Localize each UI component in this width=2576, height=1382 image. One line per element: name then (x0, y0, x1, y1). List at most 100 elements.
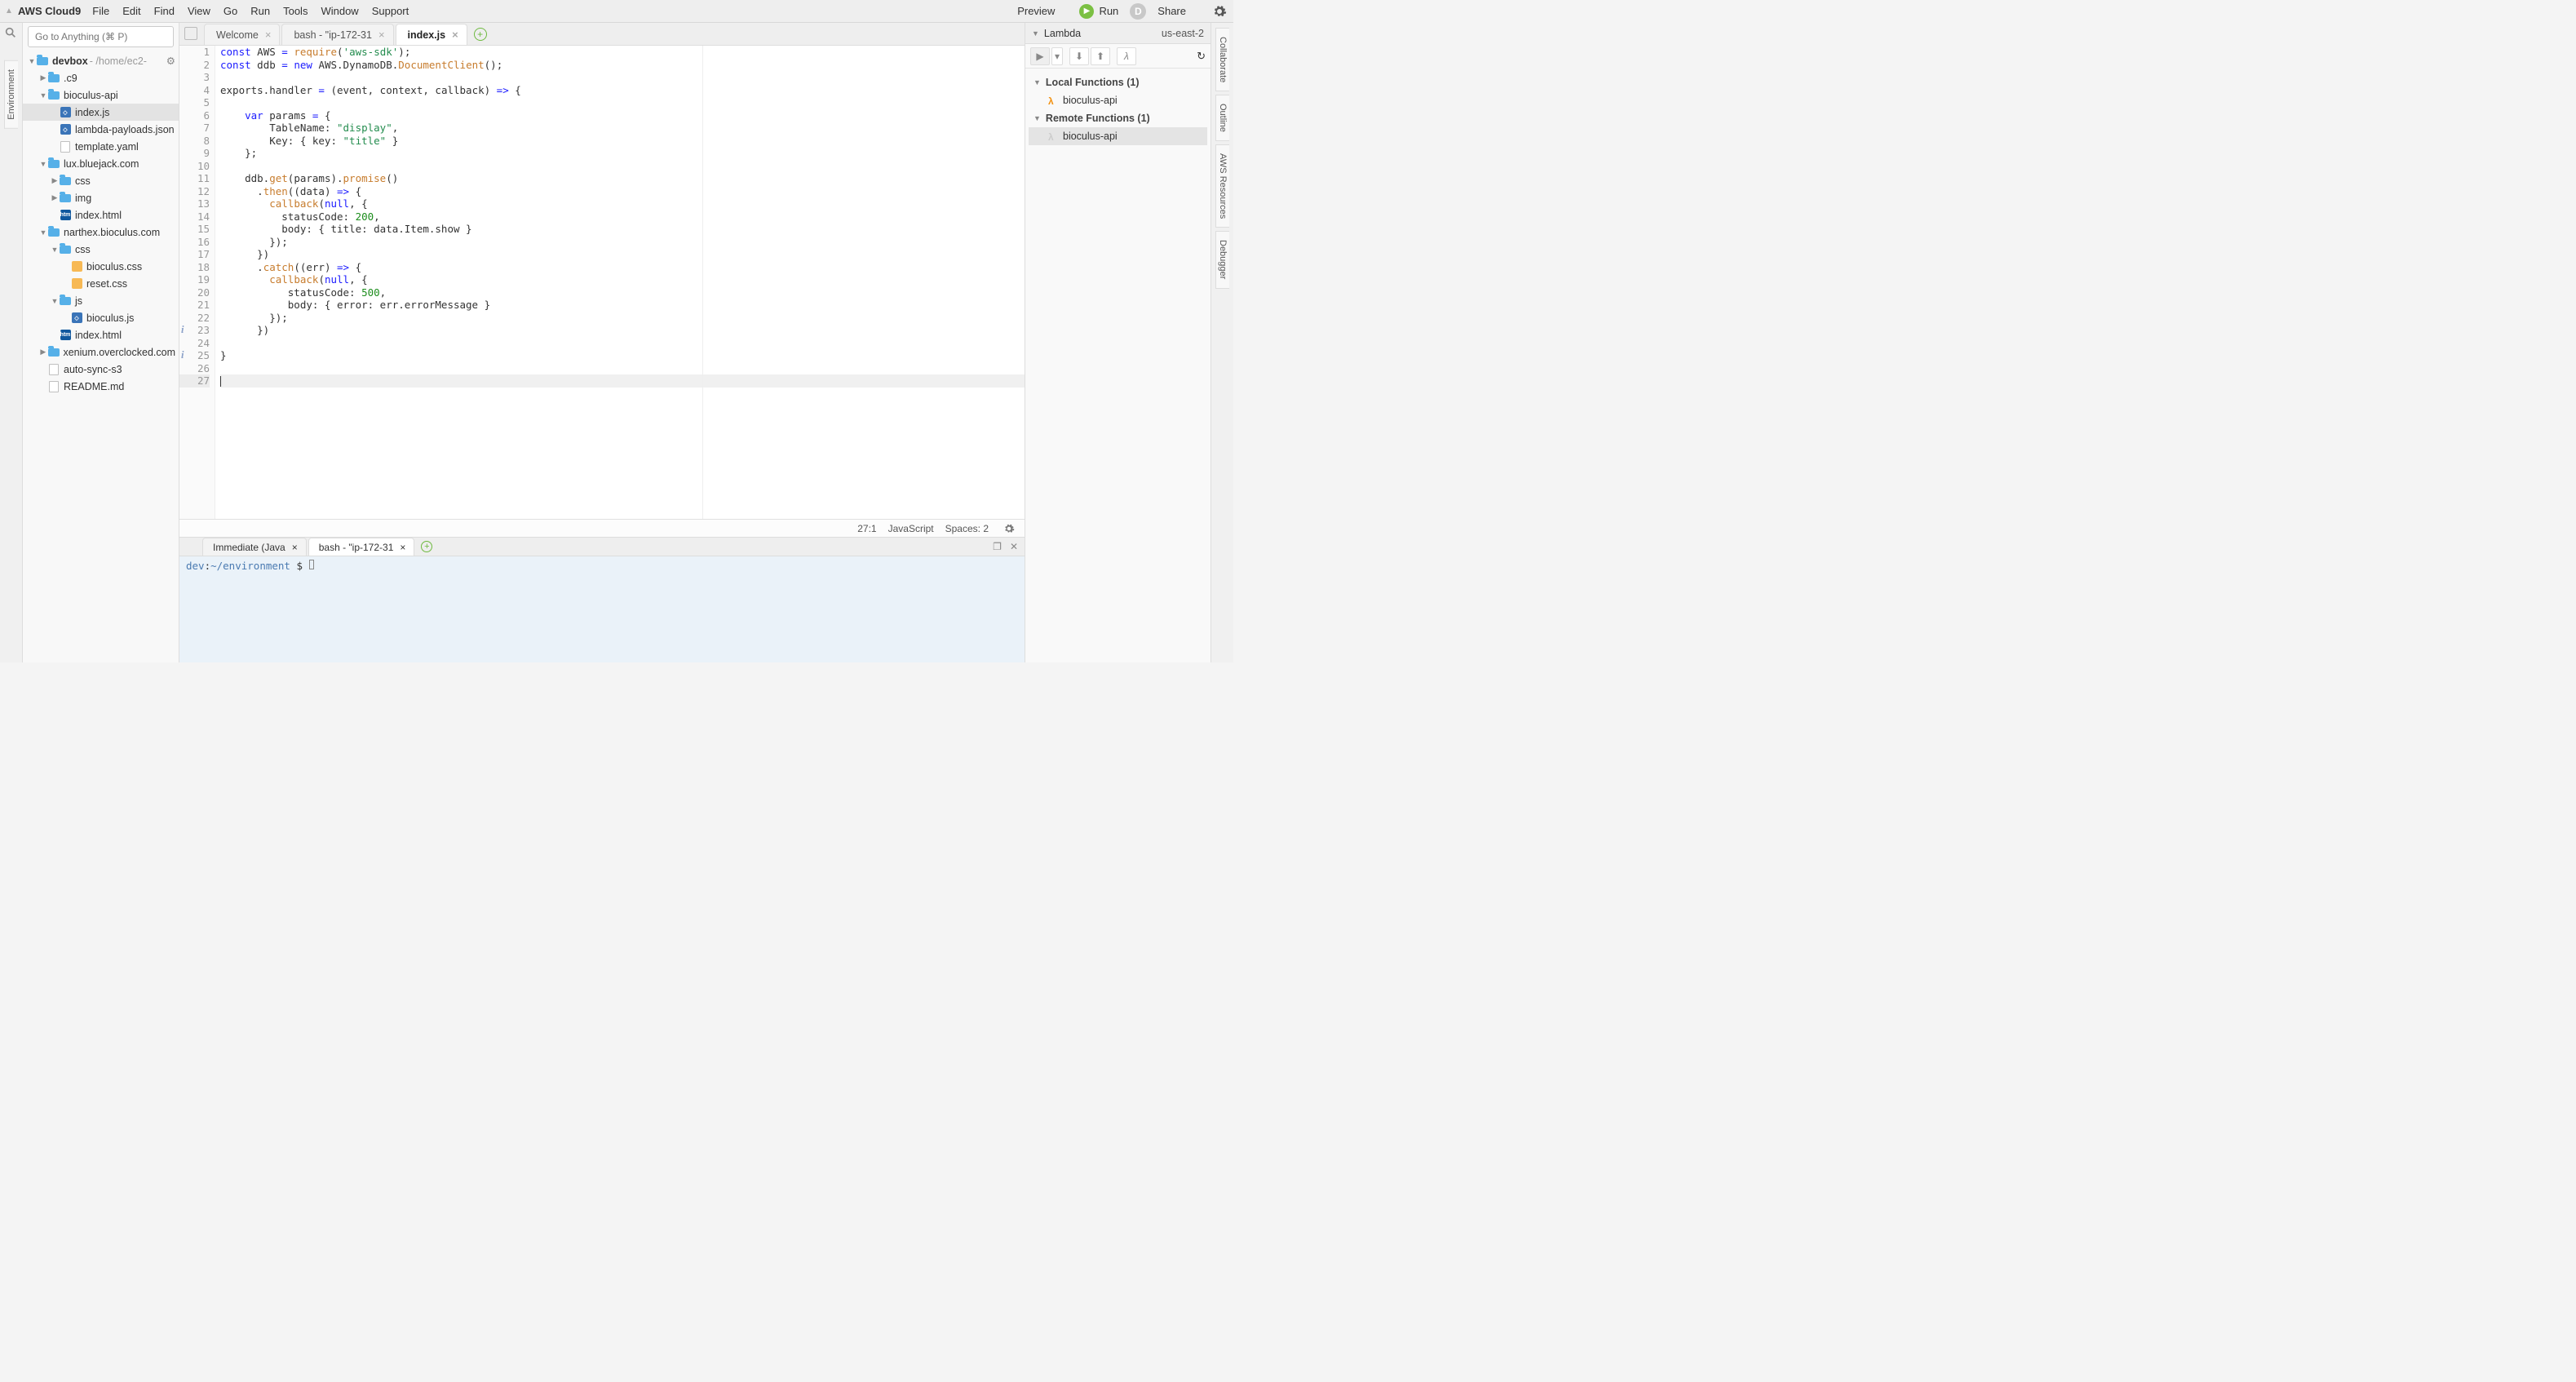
new-tab-icon[interactable]: + (474, 28, 487, 41)
terminal[interactable]: dev:~/environment $ (179, 556, 1025, 662)
goto-input[interactable] (28, 26, 174, 47)
code-line[interactable]: .then((data) => { (220, 185, 1025, 198)
code-line[interactable]: Key: { key: "title" } (220, 135, 1025, 148)
bottom-tab[interactable]: Immediate (Java× (202, 538, 307, 556)
lambda-function[interactable]: λbioculus-api (1029, 91, 1207, 109)
line-number[interactable]: 10 (179, 160, 210, 173)
menu-file[interactable]: File (92, 5, 109, 17)
close-tab-icon[interactable]: × (292, 542, 298, 553)
menu-find[interactable]: Find (154, 5, 175, 17)
preview-menu[interactable]: Preview (1017, 5, 1055, 17)
lambda-group[interactable]: ▼Local Functions (1) (1029, 73, 1207, 91)
line-number[interactable]: 12 (179, 185, 210, 198)
line-number[interactable]: 11 (179, 172, 210, 185)
file-tree[interactable]: ▼devbox - /home/ec2-⚙▶.c9▼bioculus-api◇i… (23, 51, 179, 662)
tab-list-icon[interactable] (184, 27, 197, 40)
code-line[interactable] (220, 71, 1025, 84)
line-number[interactable]: 13 (179, 197, 210, 210)
editor-tab[interactable]: bash - "ip-172-31× (281, 24, 393, 45)
maximize-icon[interactable]: ❐ (993, 541, 1002, 552)
line-number[interactable]: 7 (179, 122, 210, 135)
run-button[interactable]: ▶ Run (1079, 4, 1118, 19)
tree-item[interactable]: ▼bioculus-api (23, 86, 179, 104)
run-lambda-icon[interactable]: ▶ (1030, 47, 1050, 65)
code-line[interactable]: statusCode: 500, (220, 286, 1025, 299)
line-number[interactable]: 2 (179, 59, 210, 72)
right-rail-tab-outline[interactable]: Outline (1215, 95, 1229, 141)
caret-down-icon[interactable]: ▼ (39, 91, 47, 100)
menu-edit[interactable]: Edit (122, 5, 140, 17)
download-icon[interactable]: ⬇ (1069, 47, 1089, 65)
gear-icon[interactable] (1211, 2, 1228, 20)
line-number[interactable]: 24 (179, 337, 210, 350)
menu-run[interactable]: Run (250, 5, 270, 17)
code-line[interactable] (220, 337, 1025, 350)
line-number[interactable]: 9 (179, 147, 210, 160)
tree-item[interactable]: bioculus.css (23, 258, 179, 275)
code-line[interactable]: body: { error: err.errorMessage } (220, 299, 1025, 312)
caret-right-icon[interactable]: ▶ (39, 73, 47, 82)
caret-right-icon[interactable]: ▶ (51, 176, 59, 185)
tree-item[interactable]: ▼narthex.bioculus.com (23, 224, 179, 241)
menu-support[interactable]: Support (372, 5, 409, 17)
close-tab-icon[interactable]: × (400, 542, 405, 553)
line-number[interactable]: 1 (179, 46, 210, 59)
environment-tab[interactable]: Environment (4, 60, 18, 129)
right-rail-tab-aws-resources[interactable]: AWS Resources (1215, 144, 1229, 228)
line-number[interactable]: 22 (179, 312, 210, 325)
code-line[interactable]: }) (220, 324, 1025, 337)
code-line[interactable] (220, 160, 1025, 173)
line-number[interactable]: 14 (179, 210, 210, 224)
lambda-header[interactable]: ▼ Lambda us-east-2 (1025, 23, 1211, 44)
tree-item[interactable]: ▶xenium.overclocked.com (23, 343, 179, 361)
line-number[interactable]: 20 (179, 286, 210, 299)
code-line[interactable]: }; (220, 147, 1025, 160)
refresh-icon[interactable]: ↻ (1197, 50, 1206, 63)
tree-item[interactable]: template.yaml (23, 138, 179, 155)
tree-item[interactable]: ▼css (23, 241, 179, 258)
code-line[interactable] (220, 374, 1025, 388)
line-number[interactable]: 6 (179, 109, 210, 122)
tree-root[interactable]: ▼devbox - /home/ec2-⚙ (23, 52, 179, 69)
code-line[interactable]: callback(null, { (220, 273, 1025, 286)
editor-tab[interactable]: Welcome× (204, 24, 280, 45)
tree-item[interactable]: ◇bioculus.js (23, 309, 179, 326)
close-tab-icon[interactable]: × (265, 29, 272, 41)
tree-item[interactable]: ▼lux.bluejack.com (23, 155, 179, 172)
line-number[interactable]: 23 (179, 324, 210, 337)
bottom-tab[interactable]: bash - "ip-172-31× (308, 538, 415, 556)
code-line[interactable]: body: { title: data.Item.show } (220, 223, 1025, 236)
line-number[interactable]: 21 (179, 299, 210, 312)
code-editor[interactable]: 1234567891011121314151617181920212223242… (179, 46, 1025, 519)
tree-item[interactable]: ▼js (23, 292, 179, 309)
line-number[interactable]: 8 (179, 135, 210, 148)
caret-right-icon[interactable]: ▶ (39, 348, 47, 357)
menu-tools[interactable]: Tools (283, 5, 308, 17)
upload-icon[interactable]: ⬆ (1091, 47, 1110, 65)
code-line[interactable]: exports.handler = (event, context, callb… (220, 84, 1025, 97)
line-number[interactable]: 18 (179, 261, 210, 274)
line-number[interactable]: 3 (179, 71, 210, 84)
code-line[interactable] (220, 362, 1025, 375)
menu-view[interactable]: View (188, 5, 210, 17)
code-line[interactable]: TableName: "display", (220, 122, 1025, 135)
caret-down-icon[interactable]: ▼ (28, 57, 36, 65)
line-number[interactable]: 27 (179, 374, 210, 388)
close-panel-icon[interactable]: ✕ (1010, 541, 1018, 552)
caret-right-icon[interactable]: ▶ (51, 193, 59, 202)
caret-down-icon[interactable]: ▼ (51, 246, 59, 254)
code-line[interactable]: .catch((err) => { (220, 261, 1025, 274)
code-line[interactable]: }) (220, 248, 1025, 261)
language-mode[interactable]: JavaScript (888, 523, 934, 534)
code-line[interactable]: }); (220, 312, 1025, 325)
tree-item[interactable]: ▶img (23, 189, 179, 206)
spaces-setting[interactable]: Spaces: 2 (945, 523, 989, 534)
close-tab-icon[interactable]: × (452, 29, 458, 41)
lambda-icon[interactable]: λ (1117, 47, 1136, 65)
caret-down-icon[interactable]: ▼ (39, 228, 47, 237)
caret-down-icon[interactable]: ▼ (51, 297, 59, 305)
code-line[interactable]: var params = { (220, 109, 1025, 122)
tree-item[interactable]: README.md (23, 378, 179, 395)
tree-item[interactable]: htmindex.html (23, 326, 179, 343)
line-number[interactable]: 5 (179, 96, 210, 109)
